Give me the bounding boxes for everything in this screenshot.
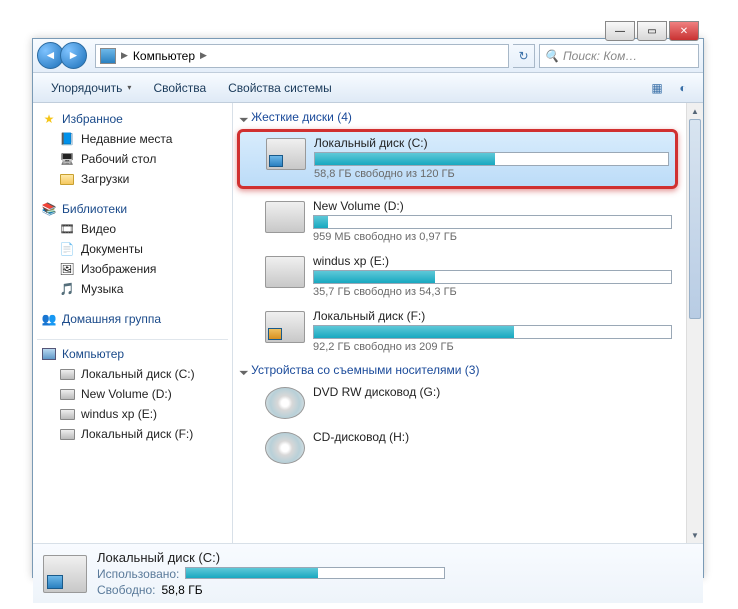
drive-free-text: 35,7 ГБ свободно из 54,3 ГБ	[313, 286, 672, 298]
drive-name: CD-дисковод (H:)	[313, 430, 672, 444]
sidebar: ★ Избранное 📘Недавние места 🖥Рабочий сто…	[33, 103, 233, 543]
drive-name: Локальный диск (F:)	[313, 309, 672, 323]
sidebar-item-recent[interactable]: 📘Недавние места	[35, 129, 230, 149]
drive-item-g[interactable]: DVD RW дисковод (G:)	[237, 381, 678, 425]
drive-icon	[59, 386, 75, 402]
section-hdd[interactable]: Жесткие диски (4)	[237, 107, 678, 127]
sidebar-item-desktop[interactable]: 🖥Рабочий стол	[35, 149, 230, 169]
drive-free-text: 92,2 ГБ свободно из 209 ГБ	[313, 341, 672, 353]
sidebar-libraries-head[interactable]: 📚 Библиотеки	[35, 199, 230, 219]
recent-icon: 📘	[59, 131, 75, 147]
capacity-bar	[313, 270, 672, 284]
window-controls: — ▭ ✕	[605, 21, 699, 41]
breadcrumb-item[interactable]: Компьютер	[133, 49, 195, 63]
sidebar-item-pictures[interactable]: 🖼Изображения	[35, 259, 230, 279]
details-free-label: Свободно:	[97, 583, 156, 597]
toolbar: Упорядочить Свойства Свойства системы ▦ …	[33, 73, 703, 103]
sidebar-item-downloads[interactable]: Загрузки	[35, 169, 230, 189]
scroll-down-icon[interactable]: ▼	[687, 527, 703, 543]
refresh-button[interactable]: ↻	[513, 44, 535, 68]
sidebar-drive-e[interactable]: windus xp (E:)	[35, 404, 230, 424]
drive-icon	[59, 426, 75, 442]
capacity-bar	[314, 152, 669, 166]
close-button[interactable]: ✕	[669, 21, 699, 41]
cd-icon	[265, 432, 305, 464]
scroll-up-icon[interactable]: ▲	[687, 103, 703, 119]
drive-item-d[interactable]: New Volume (D:) 959 МБ свободно из 0,97 …	[237, 195, 678, 249]
capacity-bar	[313, 215, 672, 229]
drive-icon	[59, 406, 75, 422]
chevron-right-icon: ▶	[120, 50, 129, 61]
search-icon: 🔍	[544, 49, 559, 63]
computer-icon	[100, 48, 116, 64]
drive-item-f[interactable]: Локальный диск (F:) 92,2 ГБ свободно из …	[237, 305, 678, 359]
drive-item-h[interactable]: CD-дисковод (H:)	[237, 426, 678, 470]
drive-free-text: 959 МБ свободно из 0,97 ГБ	[313, 231, 672, 243]
explorer-window: — ▭ ✕ ◄ ► ▶ Компьютер ▶ ↻ 🔍 Поиск: Ком… …	[32, 38, 704, 578]
details-title: Локальный диск (C:)	[97, 550, 693, 565]
libraries-icon: 📚	[41, 201, 57, 217]
sidebar-favorites-head[interactable]: ★ Избранное	[35, 109, 230, 129]
sidebar-item-music[interactable]: 🎵Музыка	[35, 279, 230, 299]
documents-icon: 📄	[59, 241, 75, 257]
search-placeholder: Поиск: Ком…	[563, 49, 637, 63]
system-properties-button[interactable]: Свойства системы	[218, 77, 342, 99]
sidebar-drive-d[interactable]: New Volume (D:)	[35, 384, 230, 404]
scroll-thumb[interactable]	[689, 119, 701, 319]
sidebar-item-documents[interactable]: 📄Документы	[35, 239, 230, 259]
forward-button[interactable]: ►	[60, 42, 87, 69]
chevron-right-icon: ▶	[199, 50, 208, 61]
sidebar-homegroup-head[interactable]: 👥 Домашняя группа	[35, 309, 230, 329]
nav-bar: ◄ ► ▶ Компьютер ▶ ↻ 🔍 Поиск: Ком…	[33, 39, 703, 73]
drive-item-e[interactable]: windus xp (E:) 35,7 ГБ свободно из 54,3 …	[237, 250, 678, 304]
drive-icon	[43, 555, 87, 593]
computer-icon	[41, 346, 57, 362]
downloads-icon	[59, 171, 75, 187]
view-button[interactable]: ▦	[645, 77, 669, 99]
homegroup-icon: 👥	[41, 311, 57, 327]
music-icon: 🎵	[59, 281, 75, 297]
desktop-icon: 🖥	[59, 151, 75, 167]
drive-name: DVD RW дисковод (G:)	[313, 385, 672, 399]
minimize-button[interactable]: —	[605, 21, 635, 41]
organize-button[interactable]: Упорядочить	[41, 77, 141, 99]
star-icon: ★	[41, 111, 57, 127]
drive-icon	[266, 138, 306, 170]
drive-icon	[265, 201, 305, 233]
properties-button[interactable]: Свойства	[143, 77, 216, 99]
drive-free-text: 58,8 ГБ свободно из 120 ГБ	[314, 168, 669, 180]
video-icon: 🎞	[59, 221, 75, 237]
body: ★ Избранное 📘Недавние места 🖥Рабочий сто…	[33, 103, 703, 543]
details-free-value: 58,8 ГБ	[162, 583, 203, 597]
details-capacity-bar	[185, 567, 445, 579]
details-pane: Локальный диск (C:) Использовано: Свобод…	[33, 543, 703, 603]
details-used-label: Использовано:	[97, 567, 179, 581]
main-pane: Жесткие диски (4) Локальный диск (C:) 58…	[233, 103, 703, 543]
pictures-icon: 🖼	[59, 261, 75, 277]
sidebar-computer-head[interactable]: Компьютер	[35, 344, 230, 364]
drive-list: Жесткие диски (4) Локальный диск (C:) 58…	[233, 103, 686, 543]
drive-icon	[265, 311, 305, 343]
drive-name: windus xp (E:)	[313, 254, 672, 268]
sidebar-drive-c[interactable]: Локальный диск (C:)	[35, 364, 230, 384]
search-input[interactable]: 🔍 Поиск: Ком…	[539, 44, 699, 68]
drive-name: New Volume (D:)	[313, 199, 672, 213]
sidebar-item-videos[interactable]: 🎞Видео	[35, 219, 230, 239]
maximize-button[interactable]: ▭	[637, 21, 667, 41]
scrollbar[interactable]: ▲ ▼	[686, 103, 703, 543]
drive-icon	[59, 366, 75, 382]
section-removable[interactable]: Устройства со съемными носителями (3)	[237, 360, 678, 380]
nav-arrows: ◄ ►	[37, 42, 91, 70]
drive-name: Локальный диск (C:)	[314, 136, 669, 150]
drive-item-c[interactable]: Локальный диск (C:) 58,8 ГБ свободно из …	[237, 129, 678, 189]
help-button[interactable]: ◐	[671, 77, 695, 99]
breadcrumb[interactable]: ▶ Компьютер ▶	[95, 44, 509, 68]
drive-icon	[265, 256, 305, 288]
capacity-bar	[313, 325, 672, 339]
sidebar-drive-f[interactable]: Локальный диск (F:)	[35, 424, 230, 444]
dvd-icon	[265, 387, 305, 419]
